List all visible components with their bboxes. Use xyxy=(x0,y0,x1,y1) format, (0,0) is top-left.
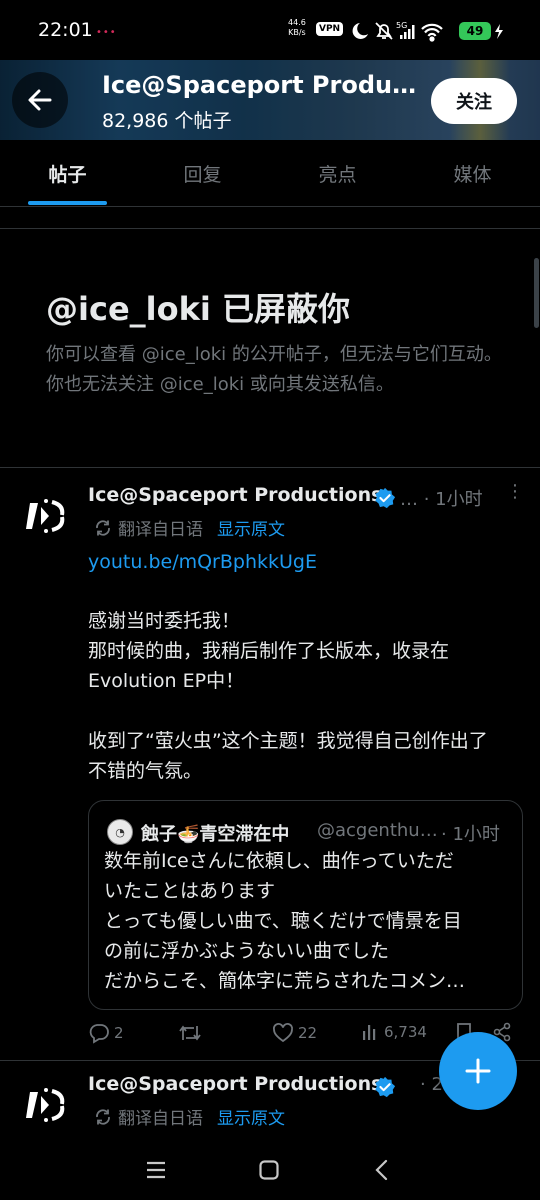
quoted-text-line: の前に浮かぶようないい曲でした xyxy=(104,940,390,962)
translate-icon xyxy=(96,519,110,536)
system-navigation-bar xyxy=(0,1140,540,1200)
show-original-link[interactable]: 显示原文 xyxy=(217,515,285,540)
signal-icon: 5G xyxy=(396,21,415,39)
post-link[interactable]: youtu.be/mQrBphkkUgE xyxy=(88,551,317,573)
status-icons: 5G xyxy=(352,21,443,42)
menu-icon xyxy=(147,1161,165,1179)
post-author-name[interactable]: Ice@Spaceport Productions xyxy=(88,1073,382,1095)
post-timestamp: … · 1小时 xyxy=(400,489,483,510)
verified-badge-icon xyxy=(375,487,396,509)
author-avatar[interactable] xyxy=(22,493,68,539)
blocked-message: 你可以查看 @ice_loki 的公开帖子，但无法与它们互动。你也无法关注 @i… xyxy=(46,344,502,395)
quoted-timestamp: · 1小时 xyxy=(441,824,500,845)
home-button[interactable] xyxy=(251,1152,287,1188)
bell-off-icon xyxy=(375,22,393,40)
reply-count: 2 xyxy=(114,1024,124,1042)
notification-dots: ••• xyxy=(96,27,117,38)
retweet-icon xyxy=(179,1025,201,1041)
tab-posts[interactable]: 帖子 xyxy=(0,140,135,207)
translate-icon xyxy=(96,1108,110,1125)
arrow-left-icon xyxy=(28,89,52,111)
more-options-icon[interactable]: ⋮ xyxy=(506,481,524,502)
profile-name: Ice@Spaceport Productions xyxy=(102,71,422,99)
tab-highlights[interactable]: 亮点 xyxy=(270,140,405,207)
views-button[interactable]: 6,734 xyxy=(360,1022,427,1042)
status-bar: 22:01 ••• 44.6 KB/s VPN 5G 49 xyxy=(0,0,540,60)
scrollbar[interactable] xyxy=(534,258,539,328)
svg-text:5G: 5G xyxy=(396,21,407,30)
author-avatar[interactable] xyxy=(22,1082,68,1128)
translated-from-label: 翻译自日语 xyxy=(118,520,203,540)
quoted-text-line: とっても優しい曲で、聴くだけで情景を目 xyxy=(104,910,462,932)
like-button[interactable]: 22 xyxy=(272,1022,317,1044)
translation-notice: 翻译自日语 显示原文 xyxy=(94,1104,285,1129)
post-text-line: 感谢当时委托我！ xyxy=(88,610,241,632)
battery-icon: 49 xyxy=(459,22,491,40)
verified-badge-icon xyxy=(375,1076,396,1098)
blocked-title: @ice_loki 已屏蔽你 xyxy=(46,290,350,328)
post-text-line: 那时候的曲，我稍后制作了长版本，收录在 xyxy=(88,640,450,662)
reply-button[interactable]: 2 xyxy=(88,1022,124,1044)
quoted-text-line: だからこそ、簡体字に荒らされたコメン… xyxy=(104,970,466,992)
network-speed: 44.6 KB/s xyxy=(288,18,306,37)
quoted-post[interactable]: ◔ 蝕子🍜青空滞在中 @acgenthusiast · 1小时 数年前Iceさん… xyxy=(88,800,523,1010)
wifi-icon xyxy=(421,23,443,42)
retweet-button[interactable] xyxy=(178,1022,206,1044)
post-author-name[interactable]: Ice@Spaceport Productions xyxy=(88,484,382,506)
quoted-text: 数年前Iceさんに依頼し、曲作っていただ いたことはあります とっても優しい曲で… xyxy=(104,846,514,996)
show-original-link[interactable]: 显示原文 xyxy=(217,1104,285,1129)
back-button[interactable] xyxy=(12,72,68,128)
post-text-line: Evolution EP中！ xyxy=(88,670,245,692)
divider xyxy=(0,228,540,229)
profile-header: Ice@Spaceport Productions 82,986 个帖子 关注 xyxy=(0,60,540,140)
translation-notice: 翻译自日语 显示原文 xyxy=(94,515,285,540)
profile-tabs: 帖子 回复 亮点 媒体 xyxy=(0,140,540,207)
status-time: 22:01 xyxy=(38,19,93,41)
posts-count: 82,986 个帖子 xyxy=(102,110,232,132)
compose-post-button[interactable] xyxy=(439,1032,517,1110)
tab-replies[interactable]: 回复 xyxy=(135,140,270,207)
views-count: 6,734 xyxy=(384,1023,427,1041)
quoted-author-handle: @acgenthusiast xyxy=(317,820,439,841)
reply-icon xyxy=(89,1024,109,1044)
heart-icon xyxy=(273,1023,293,1043)
quoted-text-line: いたことはあります xyxy=(104,880,276,902)
vpn-badge: VPN xyxy=(316,22,344,36)
system-back-button[interactable] xyxy=(364,1152,400,1188)
tab-media[interactable]: 媒体 xyxy=(405,140,540,207)
quoted-text-line: 数年前Iceさんに依頼し、曲作っていただ xyxy=(104,850,454,872)
translated-from-label: 翻译自日语 xyxy=(118,1109,203,1129)
quoted-author-name: 蝕子🍜青空滞在中 xyxy=(141,824,290,845)
like-count: 22 xyxy=(298,1024,318,1042)
chevron-left-icon xyxy=(375,1159,388,1181)
follow-button[interactable]: 关注 xyxy=(431,78,517,124)
home-square-icon xyxy=(259,1160,279,1180)
post-text-line: 收到了“萤火虫”这个主题！我觉得自己创作出了 xyxy=(88,730,488,752)
views-icon xyxy=(363,1025,376,1040)
post-text-line: 不错的气氛。 xyxy=(88,760,203,782)
active-tab-indicator xyxy=(28,201,107,205)
moon-icon xyxy=(352,23,368,39)
charging-icon xyxy=(495,24,503,39)
plus-icon xyxy=(465,1058,491,1084)
divider xyxy=(0,467,540,468)
recent-apps-button[interactable] xyxy=(138,1152,174,1188)
quoted-author-avatar: ◔ xyxy=(107,819,133,845)
